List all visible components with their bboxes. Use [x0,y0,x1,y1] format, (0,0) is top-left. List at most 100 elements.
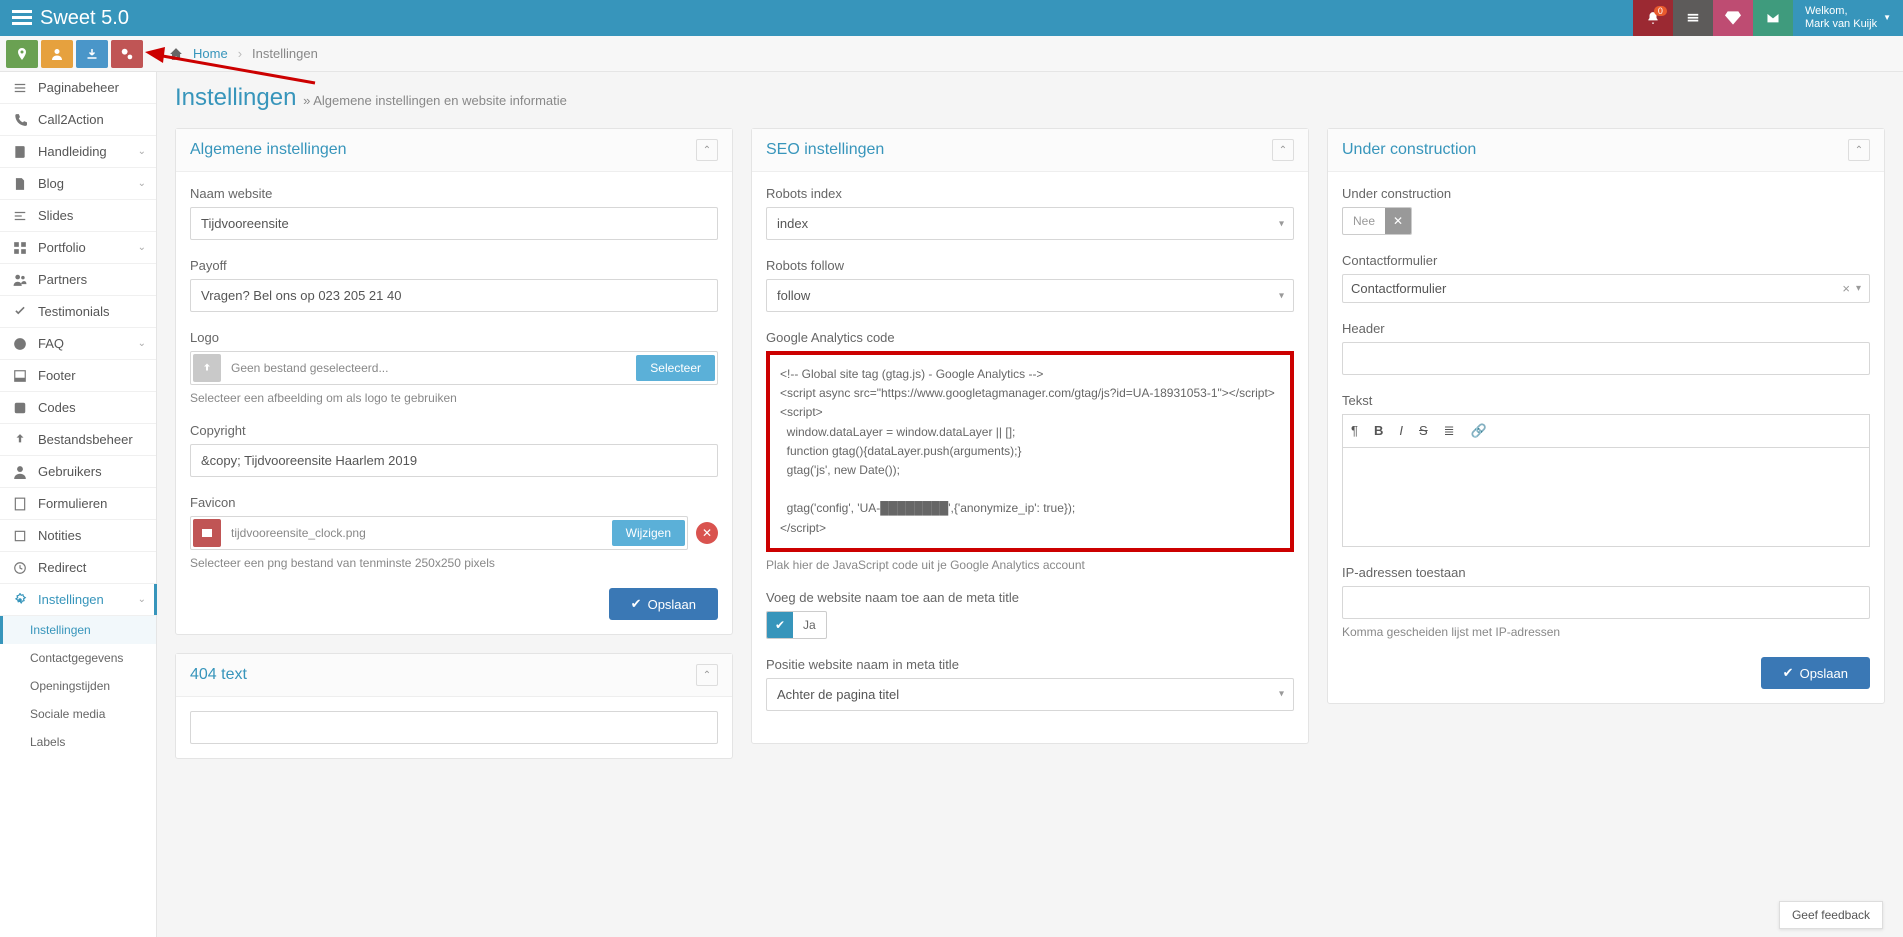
chevron-down-icon: ⌄ [138,146,146,157]
page-subtitle: » Algemene instellingen en website infor… [303,93,567,108]
sidebar-item-portfolio[interactable]: Portfolio⌄ [0,232,156,264]
toggle-label: Ja [793,618,826,632]
text-label: Tekst [1342,393,1870,408]
robots-follow-select[interactable]: follow [766,279,1294,312]
layers-button[interactable] [1673,0,1713,36]
sidebar-label: Partners [38,272,87,287]
meta-pos-select[interactable]: Achter de pagina titel [766,678,1294,711]
payoff-label: Payoff [190,258,718,273]
sidebar-label: Instellingen [38,592,104,607]
mail-button[interactable] [1753,0,1793,36]
collapse-button[interactable]: ⌃ [1272,139,1294,161]
sidebar-label: Footer [38,368,76,383]
copyright-input[interactable] [190,444,718,477]
header-input[interactable] [1342,342,1870,375]
ip-input[interactable] [1342,586,1870,619]
collapse-button[interactable]: ⌃ [1848,139,1870,161]
gear-icon [13,593,27,607]
grid-icon [13,241,27,255]
breadcrumb-home[interactable]: Home [193,46,228,61]
sidebar-item-gebruikers[interactable]: Gebruikers [0,456,156,488]
favicon-delete-button[interactable]: ✕ [696,522,718,544]
rte-link-button[interactable]: 🔗 [1471,423,1487,439]
sidebar-item-codes[interactable]: Codes [0,392,156,424]
sidebar-sub-contactgegevens[interactable]: Contactgegevens [0,644,156,672]
gears-button[interactable] [111,40,143,68]
gears-icon [120,47,134,61]
download-button[interactable] [76,40,108,68]
robots-index-select[interactable]: index [766,207,1294,240]
user-button[interactable] [41,40,73,68]
sidebar-item-call2action[interactable]: Call2Action [0,104,156,136]
sidebar-item-instellingen[interactable]: Instellingen⌄ [0,584,156,616]
user-menu[interactable]: Welkom, Mark van Kuijk ▼ [1793,0,1903,36]
sidebar-sub-sociale-media[interactable]: Sociale media [0,700,156,728]
meta-add-label: Voeg de website naam toe aan de meta tit… [766,590,1294,605]
sidebar-label: Codes [38,400,76,415]
marker-button[interactable] [6,40,38,68]
save-label: Opslaan [1800,666,1848,681]
doc-icon [13,177,27,191]
meta-pos-label: Positie website naam in meta title [766,657,1294,672]
ga-code-textarea[interactable]: <!-- Global site tag (gtag.js) - Google … [766,351,1294,552]
sidebar-item-formulieren[interactable]: Formulieren [0,488,156,520]
rte-italic-button[interactable]: I [1399,423,1403,439]
diamond-button[interactable] [1713,0,1753,36]
sidebar-item-slides[interactable]: Slides [0,200,156,232]
rte-editor[interactable] [1342,447,1870,547]
sidebar-sub-openingstijden[interactable]: Openingstijden [0,672,156,700]
contact-select[interactable]: Contactformulier × ▾ [1342,274,1870,303]
sidebar-label: Gebruikers [38,464,102,479]
feedback-button[interactable]: Geef feedback [1779,901,1883,929]
uc-toggle[interactable]: Nee✕ [1342,207,1412,235]
welcome-label: Welkom, [1805,5,1877,18]
sidebar-item-paginabeheer[interactable]: Paginabeheer [0,72,156,104]
sidebar-label: Redirect [38,560,86,575]
sidebar-item-bestandsbeheer[interactable]: Bestandsbeheer [0,424,156,456]
user-icon [13,465,27,479]
notifications-button[interactable]: 0 [1633,0,1673,36]
404-input[interactable] [190,711,718,744]
sidebar-item-handleiding[interactable]: Handleiding ⌄ [0,136,156,168]
sidebar-item-redirect[interactable]: Redirect [0,552,156,584]
collapse-button[interactable]: ⌃ [696,139,718,161]
rte-bold-button[interactable]: B [1374,423,1383,439]
sidebar-sub-labels[interactable]: Labels [0,728,156,756]
logo-label: Logo [190,330,718,345]
save-button-1[interactable]: ✔Opslaan [609,588,718,620]
sidebar-item-faq[interactable]: FAQ⌄ [0,328,156,360]
users-icon [13,273,27,287]
favicon-change-button[interactable]: Wijzigen [612,520,685,546]
sidebar-item-footer[interactable]: Footer [0,360,156,392]
panel-algemene: Algemene instellingen⌃ Naam website Payo… [175,128,733,635]
sidebar-item-partners[interactable]: Partners [0,264,156,296]
sidebar: Paginabeheer Call2Action Handleiding ⌄ Bl… [0,72,157,937]
sidebar-item-blog[interactable]: Blog⌄ [0,168,156,200]
rte-paragraph-button[interactable]: ¶ [1351,423,1358,439]
rte-strike-button[interactable]: S [1419,423,1428,439]
user-name: Mark van Kuijk [1805,18,1877,31]
sidebar-item-testimonials[interactable]: Testimonials [0,296,156,328]
sidebar-label: Handleiding [38,144,107,159]
collapse-button[interactable]: ⌃ [696,664,718,686]
contact-value: Contactformulier [1351,281,1836,296]
name-label: Naam website [190,186,718,201]
upload-icon [193,354,221,382]
save-button-3[interactable]: ✔Opslaan [1761,657,1870,689]
chevron-down-icon: ▾ [1856,283,1861,294]
panel-seo: SEO instellingen⌃ Robots indexindex Robo… [751,128,1309,744]
meta-add-toggle[interactable]: ✔Ja [766,611,827,639]
clear-icon[interactable]: × [1842,281,1850,296]
app-title-text: Sweet 5.0 [40,7,129,30]
copyright-label: Copyright [190,423,718,438]
payoff-input[interactable] [190,279,718,312]
actionbar: Home › Instellingen [0,36,1903,72]
logo-select-button[interactable]: Selecteer [636,355,715,381]
chevron-down-icon: ⌄ [138,338,146,349]
sidebar-sub-instellingen[interactable]: Instellingen [0,616,156,644]
rte-list-button[interactable]: ≣ [1444,423,1455,439]
logo-icon [12,10,32,26]
checkbox-icon [13,401,27,415]
name-input[interactable] [190,207,718,240]
sidebar-item-notities[interactable]: Notities [0,520,156,552]
